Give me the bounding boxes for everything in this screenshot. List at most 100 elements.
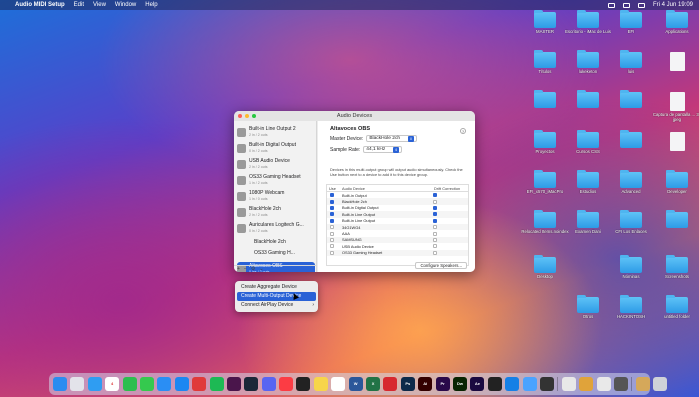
sample-rate-select[interactable]: 44,1 kHz ⇕ [363,146,403,153]
dock-app-photoshop[interactable]: Ps [400,377,415,391]
dock-app-facetime[interactable] [122,377,137,391]
use-checkbox[interactable] [330,225,334,230]
dock-app-photos[interactable] [331,377,346,391]
minimize-icon[interactable] [245,114,249,118]
dock-app-illustrator[interactable]: Ai [418,377,433,391]
battery-icon[interactable] [607,2,615,8]
desktop-folder[interactable]: EFI [606,10,656,34]
wifi-icon[interactable] [622,2,630,8]
use-checkbox[interactable] [330,237,334,242]
dock-app-discord[interactable] [261,377,276,391]
dock-app-dreamweaver[interactable]: Dw [452,377,467,391]
dock-app-audio[interactable] [561,377,576,391]
title-bar[interactable]: Audio Devices [234,111,475,121]
dock-app-mail[interactable] [157,377,172,391]
add-device-button[interactable]: + [237,266,240,272]
use-checkbox[interactable] [330,212,334,217]
close-icon[interactable] [238,114,242,118]
use-checkbox[interactable] [330,205,334,210]
use-checkbox[interactable] [330,218,334,223]
sidebar-device[interactable]: BlackHole 2ch 2 in / 2 outs [237,205,315,219]
use-checkbox[interactable] [330,193,334,198]
dock-app-trash[interactable] [653,377,668,391]
drift-checkbox[interactable] [433,225,437,230]
dock-app-xcode[interactable] [505,377,520,391]
sidebar-device[interactable]: Built-in Line Output 22 in / 2 outs [237,125,315,139]
dock-app-activity[interactable] [539,377,554,391]
clock[interactable]: Fri 4 Jun 19:09 [653,2,693,8]
dock-app-downloads[interactable] [635,377,650,391]
drift-checkbox[interactable] [433,212,437,217]
menu-view[interactable]: View [93,2,106,8]
desktop-folder[interactable]: Advanced [606,170,656,194]
menu-item[interactable]: Create Multi-Output Device [237,292,316,301]
desktop-file[interactable] [652,132,699,152]
dock-app-excel[interactable]: X [366,377,381,391]
sidebar-device[interactable]: Built-in Digital Output 0 in / 2 outs [237,141,315,155]
remove-device-button[interactable]: − [244,266,247,272]
desktop-folder[interactable]: luis [606,50,656,74]
dock-app-music[interactable] [279,377,294,391]
dock-app-slack[interactable] [226,377,241,391]
configure-speakers-button[interactable]: Configure Speakers... [415,262,467,269]
desktop-folder[interactable]: Applications [652,10,699,34]
dock-app-prefs[interactable] [192,377,207,391]
help-button[interactable]: ? [460,128,466,134]
menu-edit[interactable]: Edit [74,2,84,8]
sidebar-device[interactable]: OS33 Gaming Headset 1 in / 2 outs [237,173,315,187]
master-device-select[interactable]: BlackHole 2ch ⇕ [366,135,418,142]
drift-checkbox[interactable] [433,199,437,204]
dock-app-launchpad[interactable] [70,377,85,391]
menu-window[interactable]: Window [115,2,136,8]
dock-app-premiere[interactable]: Pr [435,377,450,391]
zoom-icon[interactable] [252,114,256,118]
dock-app-app-store[interactable] [174,377,189,391]
drift-checkbox[interactable] [433,218,437,223]
desktop-file[interactable]: Captura de pantalla ... 38 jpeg [652,92,699,122]
app-menu[interactable]: Audio MIDI Setup [15,2,65,8]
dock-app-unity[interactable] [487,377,502,391]
desktop-folder[interactable] [652,210,699,229]
drift-checkbox[interactable] [433,250,437,255]
dock-app-notes[interactable] [313,377,328,391]
desktop-folder[interactable]: Screenshots [652,255,699,279]
use-checkbox[interactable] [330,231,334,236]
dock-app-obs[interactable] [296,377,311,391]
menu-help[interactable]: Help [145,2,157,8]
dock-app-calendar[interactable]: 4 [105,377,120,391]
desktop-folder[interactable]: Developer [652,170,699,194]
desktop-folder[interactable]: untitled folder [652,295,699,319]
dock-app-word[interactable]: W [348,377,363,391]
desktop-folder[interactable]: Desktop [520,255,570,279]
dock-app-finder[interactable] [53,377,67,391]
dock-app-steam[interactable] [244,377,259,391]
dock-app-preview[interactable] [596,377,611,391]
drift-checkbox[interactable] [433,244,437,249]
desktop-folder[interactable]: HACKINTOSH [606,295,656,319]
drift-checkbox[interactable] [433,237,437,242]
dock-app-safari[interactable] [87,377,102,391]
use-checkbox[interactable] [330,244,334,249]
chevron-down-icon[interactable]: ⌄ [259,266,263,272]
dock-app-after-effects[interactable]: Ae [470,377,485,391]
menu-item[interactable]: Create Aggregate Device [237,283,316,292]
desktop-folder[interactable]: CFI Los Enlaces [606,210,656,234]
sidebar-device[interactable]: OS33 Gaming H... [254,247,315,261]
drift-checkbox[interactable] [433,231,437,236]
use-checkbox[interactable] [330,250,334,255]
dock-app-maps[interactable] [522,377,537,391]
use-checkbox[interactable] [330,199,334,204]
desktop-folder[interactable] [606,130,656,149]
gear-icon[interactable]: ⚙ [251,266,255,272]
desktop-folder[interactable]: Nóminas [606,255,656,279]
dock-app-spotify[interactable] [209,377,224,391]
dock-app-finder2[interactable] [613,377,628,391]
desktop-folder[interactable] [606,90,656,109]
dock-app-acrobat[interactable] [383,377,398,391]
menu-item[interactable]: Connect AirPlay Device › [237,301,316,310]
control-center-icon[interactable] [637,2,645,8]
desktop-file[interactable] [652,52,699,72]
sidebar-device[interactable]: Auriculares Logitech G... 0 in / 2 outs [237,221,315,235]
dock-app-keychain[interactable] [579,377,594,391]
drift-checkbox[interactable] [433,205,437,210]
